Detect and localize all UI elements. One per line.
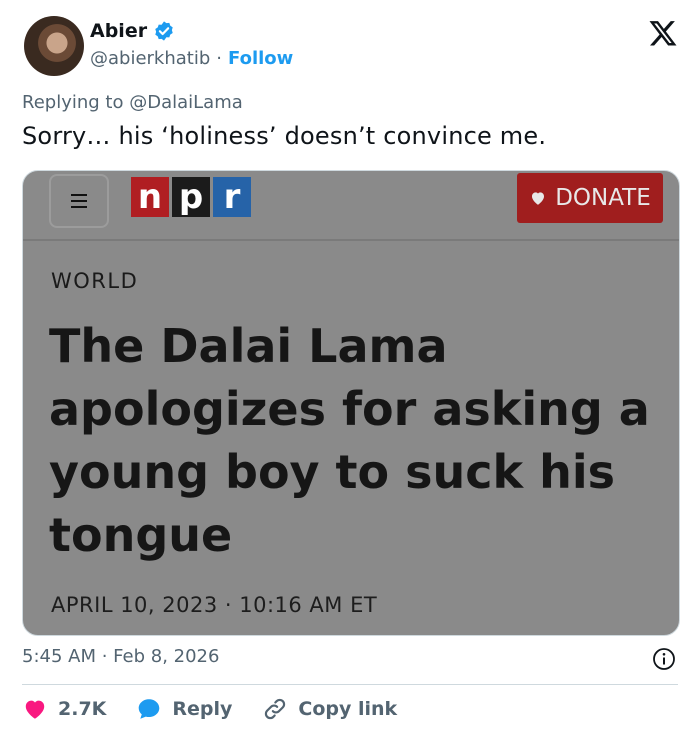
action-bar: 2.7K Reply Copy link <box>22 696 427 722</box>
donate-button-image: DONATE <box>517 173 663 223</box>
copy-link-label: Copy link <box>298 698 398 720</box>
reply-button[interactable]: Reply <box>136 696 232 722</box>
npr-logo: n p r <box>131 177 251 217</box>
media-card[interactable]: n p r DONATE WORLD The Dalai Lama apolog… <box>22 170 680 636</box>
avatar[interactable] <box>24 16 84 76</box>
x-logo-icon[interactable] <box>648 18 678 48</box>
link-icon <box>265 698 286 720</box>
replying-prefix: Replying to <box>22 92 124 113</box>
article-dateline: APRIL 10, 2023 · 10:16 AM ET <box>51 593 378 617</box>
divider <box>22 684 678 685</box>
separator-dot: · <box>216 48 223 69</box>
author-handle-row: @abierkhatib · Follow <box>90 48 293 69</box>
card-header: n p r DONATE <box>23 171 679 241</box>
donate-label: DONATE <box>555 185 651 211</box>
heart-icon <box>532 192 545 205</box>
tweet-text: Sorry… his ‘holiness’ doesn’t convince m… <box>22 122 547 150</box>
like-count: 2.7K <box>58 698 107 720</box>
reply-icon <box>139 699 160 719</box>
replying-to: Replying to @DalaiLama <box>22 92 243 113</box>
tweet-timestamp[interactable]: 5:45 AM · Feb 8, 2026 <box>22 646 219 667</box>
section-label: WORLD <box>51 269 139 293</box>
info-icon[interactable] <box>652 647 676 671</box>
logo-letter-r: r <box>213 177 251 217</box>
like-icon <box>25 700 45 719</box>
logo-letter-p: p <box>172 177 210 217</box>
author-name[interactable]: Abier <box>90 20 147 42</box>
author-handle[interactable]: @abierkhatib <box>90 48 210 69</box>
reply-label: Reply <box>172 698 233 720</box>
like-button[interactable]: 2.7K <box>22 696 106 722</box>
copy-link-button[interactable]: Copy link <box>262 696 397 722</box>
verified-badge-icon <box>155 21 173 41</box>
logo-letter-n: n <box>131 177 169 217</box>
author-name-row: Abier <box>90 20 175 42</box>
article-headline: The Dalai Lama apologizes for asking a y… <box>49 319 650 562</box>
follow-button[interactable]: Follow <box>228 48 293 69</box>
reply-mention-link[interactable]: @DalaiLama <box>129 92 243 113</box>
menu-icon <box>49 174 109 228</box>
